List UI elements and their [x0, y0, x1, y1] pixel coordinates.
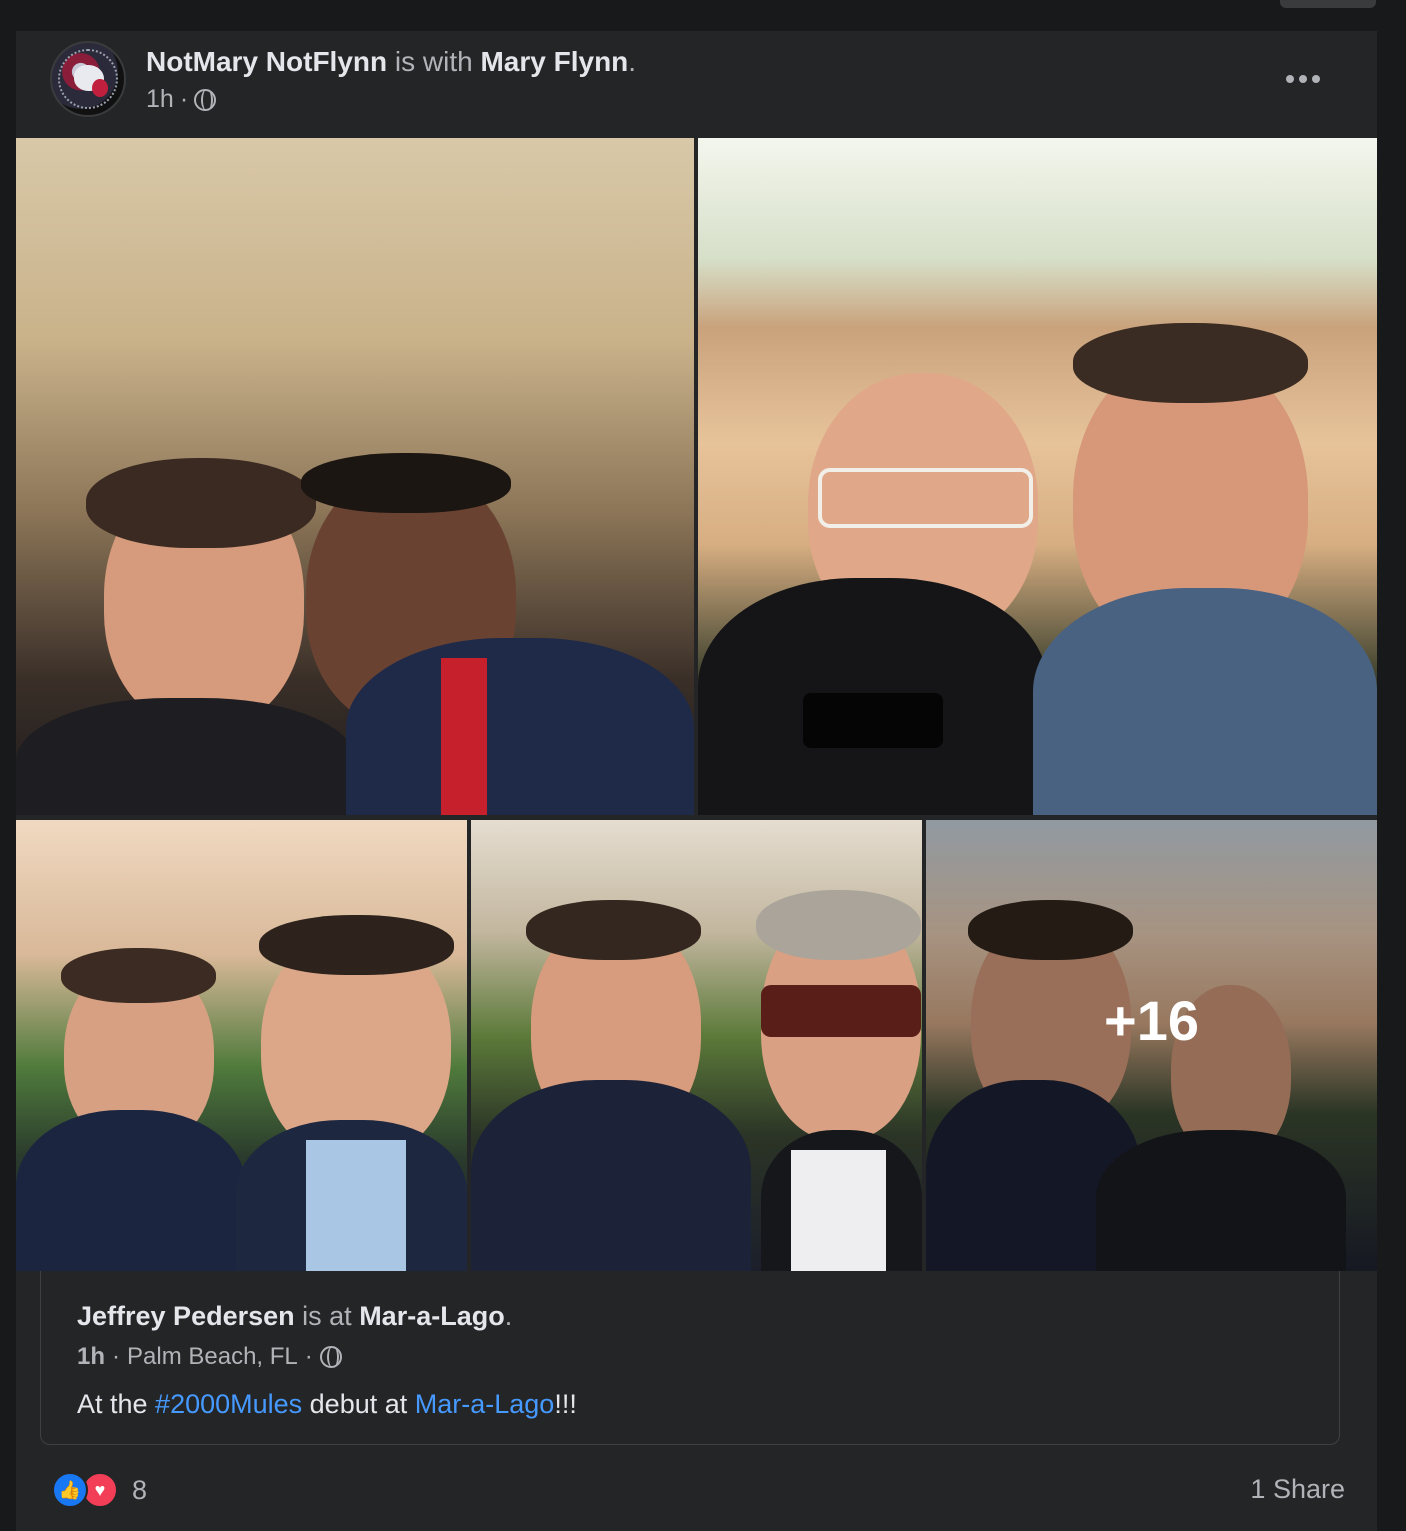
photo-5[interactable]: +16	[926, 820, 1377, 1271]
top-bar	[0, 0, 1406, 31]
shares-count[interactable]: 1 Share	[1250, 1474, 1345, 1505]
photo-4-person-right-hair	[756, 890, 921, 960]
photo-1-person-right-body	[346, 638, 694, 815]
photo-1[interactable]	[16, 138, 694, 815]
photo-2-person-right-body	[1033, 588, 1377, 815]
reactions-summary[interactable]: 👍 ♥ 8	[52, 1472, 147, 1508]
shared-location: Palm Beach, FL	[127, 1343, 298, 1370]
hashtag-link[interactable]: #2000Mules	[155, 1389, 302, 1419]
photo-1-person-left-body	[16, 698, 356, 815]
shared-period: .	[504, 1301, 513, 1331]
header-period: .	[628, 46, 637, 77]
post-meta: 1h ·	[146, 85, 217, 114]
more-dot	[1299, 75, 1307, 83]
photo-2-person-right-hair	[1073, 323, 1308, 403]
shared-place-name[interactable]: Mar-a-Lago	[359, 1301, 505, 1331]
author-name[interactable]: NotMary NotFlynn	[146, 46, 387, 77]
post-header: NotMary NotFlynn is with Mary Flynn.	[146, 46, 636, 78]
photo-3-person-right-hair	[259, 915, 454, 975]
photo-3[interactable]	[16, 820, 467, 1271]
meta-separator: ·	[179, 85, 189, 113]
author-avatar[interactable]	[50, 41, 126, 117]
photo-3-shirt	[306, 1140, 406, 1271]
photo-2-bowtie	[803, 693, 943, 748]
shared-author-name[interactable]: Jeffrey Pedersen	[77, 1301, 295, 1331]
globe-icon	[319, 1346, 342, 1368]
photo-1-person-right-hair	[301, 453, 511, 513]
shared-text-before: At the	[77, 1389, 156, 1419]
top-tab-edge	[1280, 0, 1376, 8]
shared-time[interactable]: 1h	[77, 1343, 105, 1371]
shared-at-text: is at	[302, 1301, 352, 1331]
photo-1-person-left-hair	[86, 458, 316, 548]
photo-4-person-left-body	[471, 1080, 751, 1271]
post-card: NotMary NotFlynn is with Mary Flynn. 1h …	[16, 31, 1377, 1531]
more-dot	[1286, 75, 1294, 83]
more-photos-count[interactable]: +16	[926, 820, 1377, 1271]
shared-separator: ·	[304, 1343, 313, 1370]
photo-4-sunglasses	[761, 985, 921, 1037]
photo-3-person-left-hair	[61, 948, 216, 1003]
avatar-mascot-accent	[92, 79, 108, 97]
shared-post[interactable]: Jeffrey Pedersen is at Mar-a-Lago. 1h · …	[40, 1271, 1340, 1445]
more-options-icon[interactable]	[1278, 61, 1328, 97]
with-text: is with	[394, 46, 473, 77]
shared-post-text: At the #2000Mules debut at Mar-a-Lago!!!	[77, 1389, 577, 1420]
post-time[interactable]: 1h	[146, 85, 174, 114]
shared-text-after: !!!	[554, 1389, 577, 1419]
photo-4-person-left-hair	[526, 900, 701, 960]
place-link[interactable]: Mar-a-Lago	[415, 1389, 555, 1419]
photo-4-shirt	[791, 1150, 886, 1271]
shared-separator: ·	[112, 1343, 121, 1370]
photo-4[interactable]	[471, 820, 922, 1271]
shared-post-meta: 1h · Palm Beach, FL ·	[77, 1343, 342, 1371]
reaction-count: 8	[132, 1474, 148, 1505]
photo-1-tie	[441, 658, 487, 815]
photo-2[interactable]	[698, 138, 1377, 815]
like-reaction-icon: 👍	[52, 1472, 88, 1508]
photo-3-person-left-body	[16, 1110, 246, 1271]
shared-post-header: Jeffrey Pedersen is at Mar-a-Lago.	[77, 1301, 512, 1332]
more-dot	[1312, 75, 1320, 83]
shared-text-middle: debut at	[302, 1389, 415, 1419]
tagged-name[interactable]: Mary Flynn	[480, 46, 628, 77]
photo-2-glasses	[818, 468, 1033, 528]
globe-icon	[194, 88, 217, 111]
